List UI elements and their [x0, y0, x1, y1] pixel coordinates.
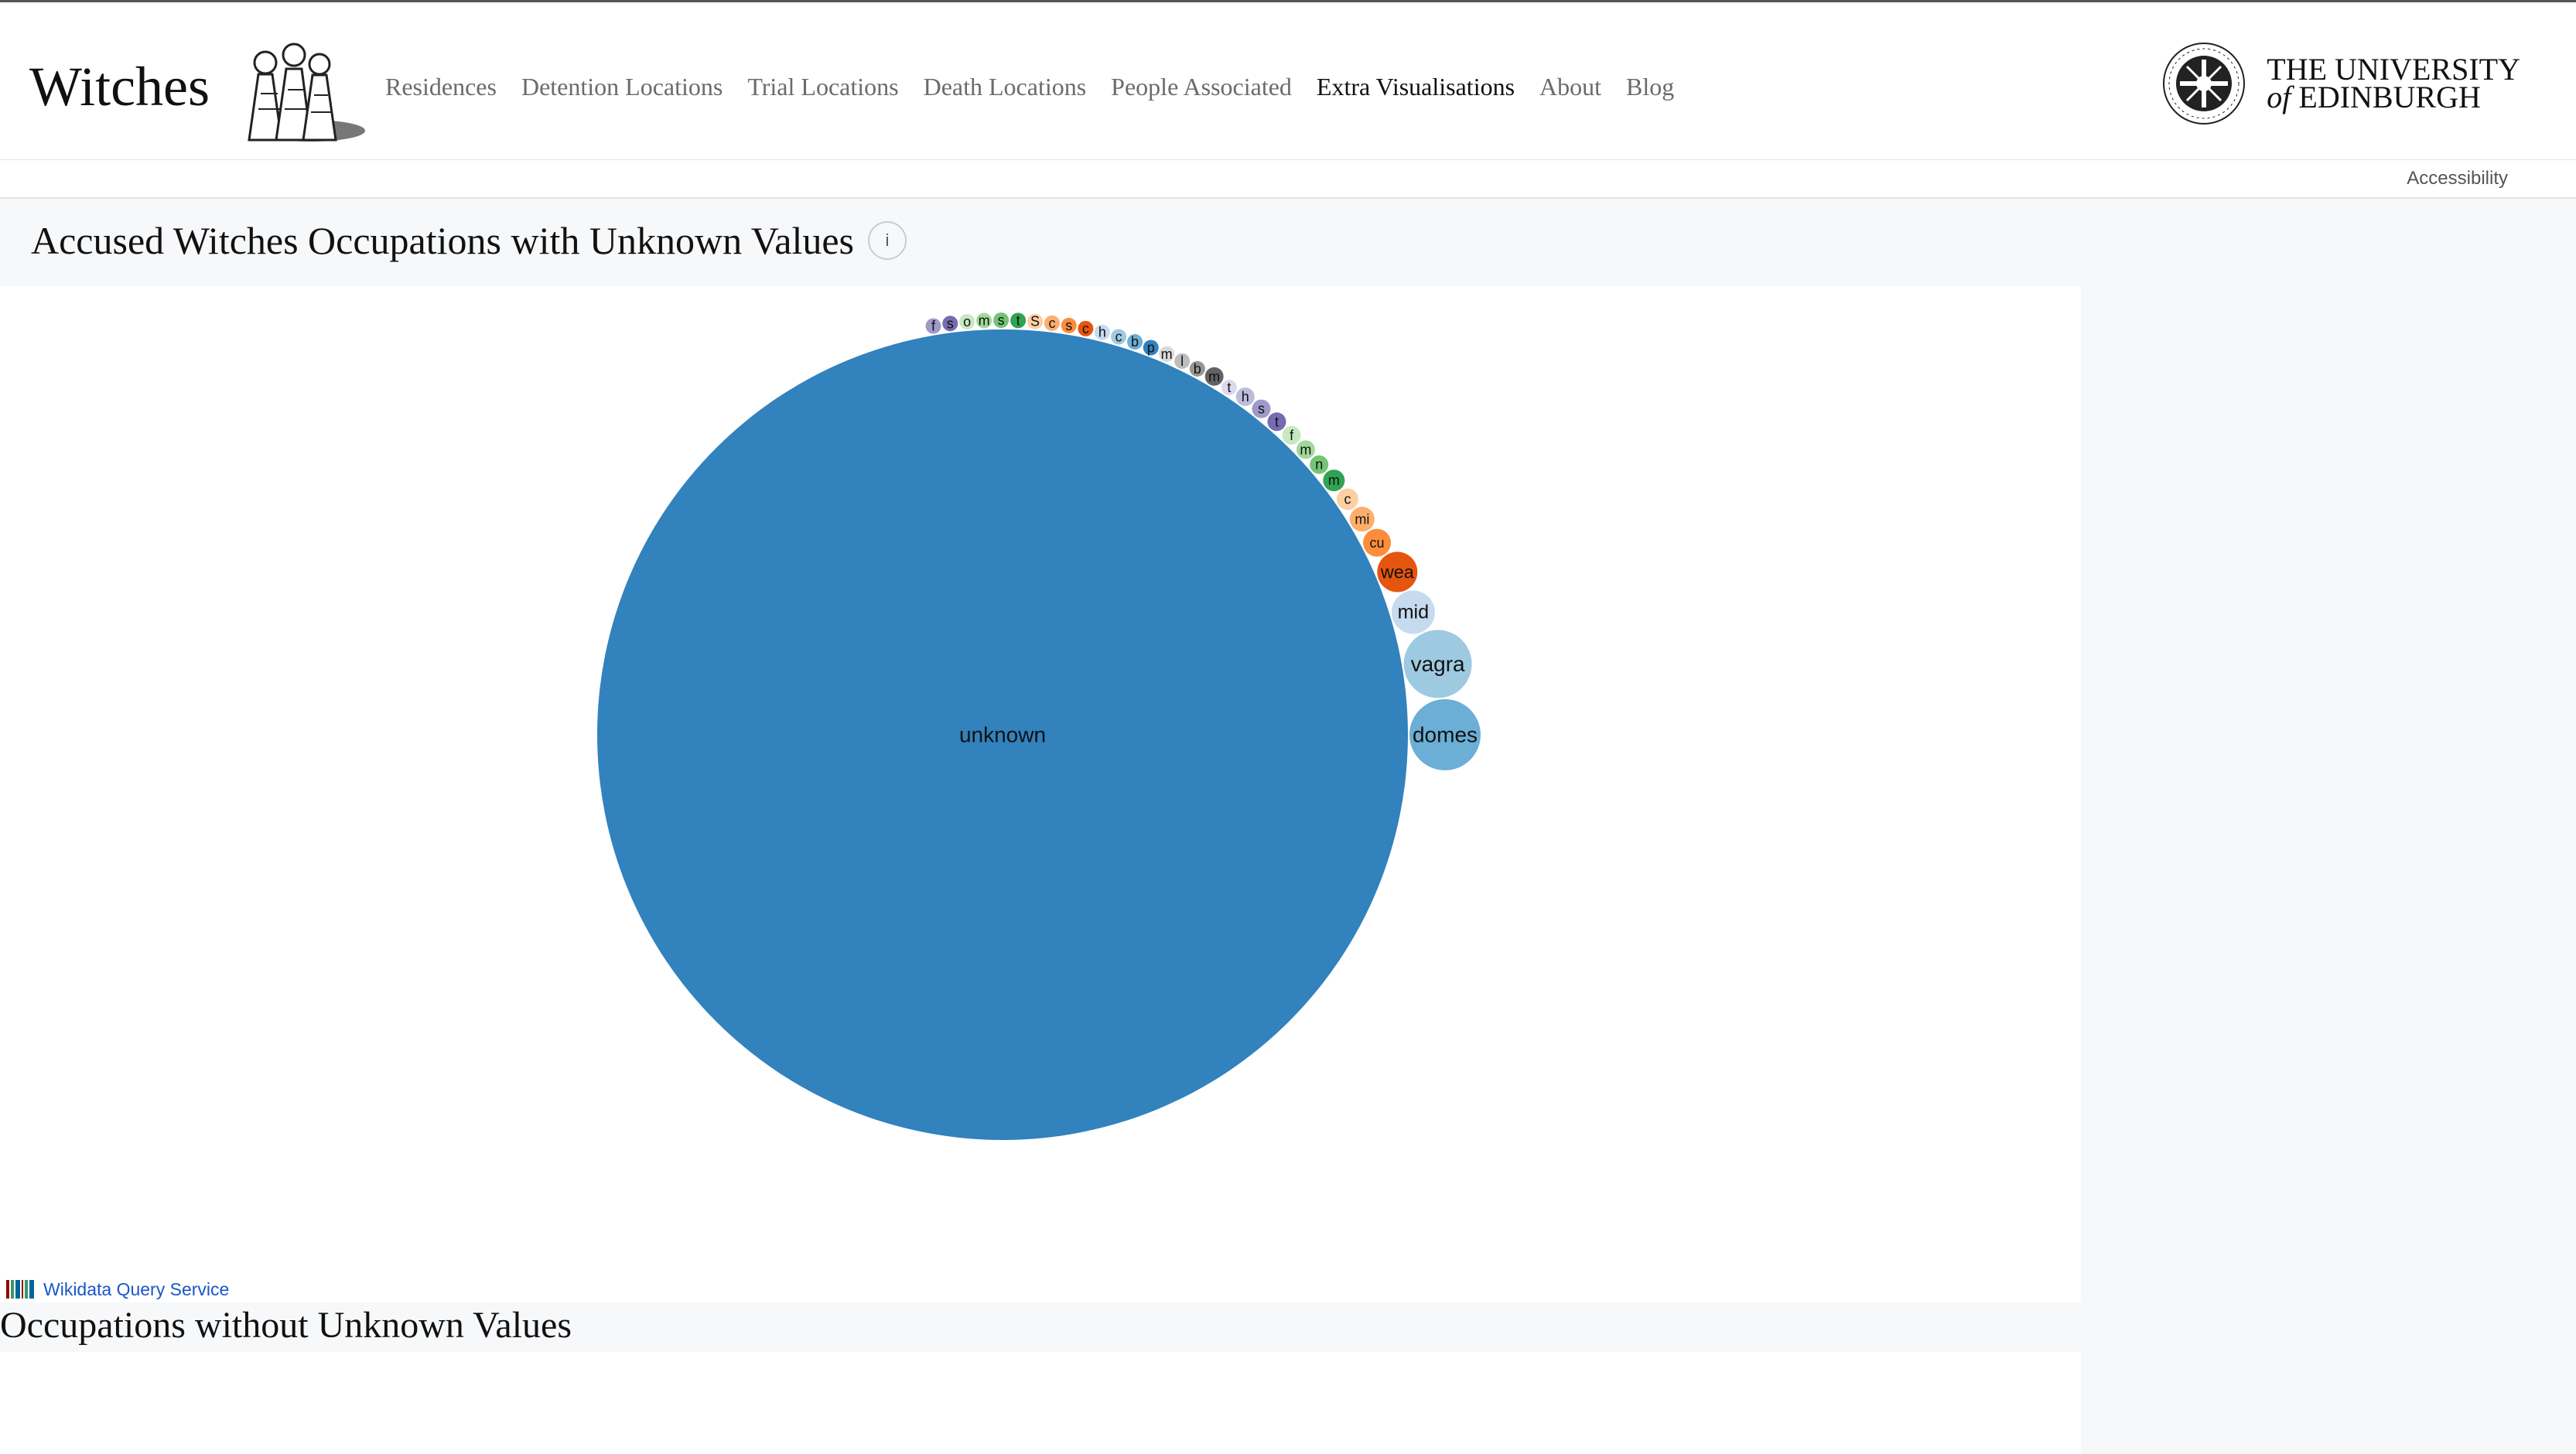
sub-bar: Accessibility — [0, 160, 2576, 199]
bubble-label: c — [1115, 329, 1122, 344]
wikidata-query-service-link[interactable]: Wikidata Query Service — [43, 1279, 229, 1300]
bubble-label: s — [998, 312, 1005, 328]
info-icon[interactable]: i — [868, 221, 907, 260]
nav-death-locations[interactable]: Death Locations — [924, 73, 1087, 101]
bubble-s[interactable]: s — [942, 316, 958, 332]
bubble-label: t — [1227, 380, 1231, 395]
bubble-label: p — [1147, 340, 1155, 355]
bubble-label: h — [1098, 325, 1106, 340]
bubble-label: m — [1328, 473, 1340, 488]
nav-extra-visualisations[interactable]: Extra Visualisations — [1317, 73, 1515, 101]
bubble-l[interactable]: l — [1174, 353, 1191, 369]
bubble-cu[interactable]: cu — [1363, 528, 1392, 557]
bubble-m[interactable]: m — [976, 312, 992, 329]
navbar: Witches Residences Detention Locations T… — [0, 2, 2576, 161]
chart-panel-2 — [0, 1352, 2081, 1454]
bubble-h[interactable]: h — [1094, 324, 1110, 340]
bubble-label: wea — [1380, 562, 1415, 582]
university-name-line2-wrap: of EDINBURGH — [2267, 82, 2520, 113]
nav-residences[interactable]: Residences — [385, 73, 497, 101]
bubble-label: c — [1048, 316, 1055, 331]
bubble-label: n — [1315, 457, 1323, 473]
bubble-t[interactable]: t — [1267, 412, 1286, 432]
bubble-c[interactable]: c — [1111, 329, 1127, 345]
bubble-label: cu — [1370, 535, 1385, 551]
university-logo[interactable]: THE UNIVERSITY of EDINBURGH — [2161, 41, 2520, 126]
bubble-n[interactable]: n — [1310, 455, 1329, 474]
bubble-p[interactable]: p — [1143, 340, 1159, 356]
bubble-o[interactable]: o — [959, 313, 975, 329]
bubble-s[interactable]: s — [993, 312, 1010, 329]
bubble-label: m — [979, 313, 990, 329]
bubble-label: c — [1082, 321, 1089, 336]
bubble-b[interactable]: b — [1189, 360, 1205, 377]
section-title-without-unknown: Occupations without Unknown Values — [0, 1305, 572, 1346]
bubble-S[interactable]: S — [1027, 313, 1044, 329]
nav-detention-locations[interactable]: Detention Locations — [521, 73, 723, 101]
bubble-label: domes — [1413, 723, 1478, 747]
bubble-label: m — [1208, 369, 1220, 384]
bubble-label: m — [1300, 442, 1311, 457]
bubble-label: unknown — [959, 723, 1046, 747]
bubble-unknown[interactable]: unknown — [597, 329, 1408, 1140]
witches-illustration-logo[interactable] — [226, 32, 365, 146]
bubble-vagra[interactable]: vagra — [1403, 630, 1472, 698]
wikidata-query-service[interactable]: Wikidata Query Service — [6, 1278, 229, 1300]
bubble-label: s — [947, 316, 954, 331]
bubble-label: m — [1161, 346, 1173, 362]
bubble-m[interactable]: m — [1323, 469, 1345, 492]
bubble-m[interactable]: m — [1159, 346, 1175, 362]
bubble-m[interactable]: m — [1204, 367, 1224, 386]
bubble-s[interactable]: s — [1061, 317, 1077, 333]
bubble-mi[interactable]: mi — [1349, 507, 1375, 532]
section-title-with-unknown: Accused Witches Occupations with Unknown… — [31, 218, 907, 263]
bubble-b[interactable]: b — [1127, 334, 1143, 350]
brand-title[interactable]: Witches — [29, 55, 210, 119]
bubble-label: c — [1344, 491, 1351, 507]
bubble-label: t — [1275, 414, 1279, 429]
section-title-text: Accused Witches Occupations with Unknown… — [31, 219, 854, 262]
bubble-label: vagra — [1411, 652, 1465, 676]
bubble-label: mid — [1398, 602, 1430, 623]
accessibility-link[interactable]: Accessibility — [2407, 168, 2508, 189]
bubble-label: l — [1180, 353, 1184, 369]
nav-people-associated[interactable]: People Associated — [1111, 73, 1292, 101]
bubble-label: mi — [1355, 511, 1369, 527]
bubble-label: b — [1131, 334, 1139, 350]
wikidata-logo-icon — [6, 1280, 34, 1299]
bubble-label: o — [963, 314, 971, 329]
university-name-of: of — [2267, 80, 2291, 114]
bubble-mid[interactable]: mid — [1391, 590, 1435, 634]
bubble-label: h — [1242, 389, 1249, 404]
nav-trial-locations[interactable]: Trial Locations — [747, 73, 898, 101]
nav-about[interactable]: About — [1539, 73, 1601, 101]
bubble-chart: unknown domesvagramidweacumicmnmftshtmblm… — [597, 312, 1481, 1140]
bubble-c[interactable]: c — [1336, 488, 1358, 510]
bubble-f[interactable]: f — [925, 318, 941, 334]
university-name: THE UNIVERSITY of EDINBURGH — [2267, 54, 2520, 113]
bubble-s[interactable]: s — [1252, 399, 1271, 418]
main-nav: Residences Detention Locations Trial Loc… — [385, 73, 1674, 101]
bubble-domes[interactable]: domes — [1409, 699, 1481, 770]
chart-panel: unknown domes vagra mid wea cu mi c m n m f t s h t m b l m… — [0, 286, 2081, 1302]
bubble-c[interactable]: c — [1078, 320, 1094, 336]
university-name-line2: EDINBURGH — [2298, 80, 2481, 114]
university-seal-icon — [2163, 43, 2246, 125]
bubble-t[interactable]: t — [1010, 312, 1027, 329]
nav-blog[interactable]: Blog — [1626, 73, 1674, 101]
bubble-h[interactable]: h — [1235, 387, 1255, 406]
bubble-label: t — [1016, 312, 1020, 328]
bubble-c[interactable]: c — [1044, 315, 1060, 331]
bubble-f[interactable]: f — [1282, 425, 1301, 445]
bubble-t[interactable]: t — [1221, 380, 1237, 396]
bubble-m[interactable]: m — [1296, 440, 1315, 459]
bubble-label: s — [1065, 318, 1072, 333]
bubble-label: s — [1258, 401, 1265, 417]
bubble-label: S — [1030, 314, 1040, 329]
bubble-wea[interactable]: wea — [1377, 551, 1418, 592]
bubble-label: b — [1194, 361, 1201, 377]
